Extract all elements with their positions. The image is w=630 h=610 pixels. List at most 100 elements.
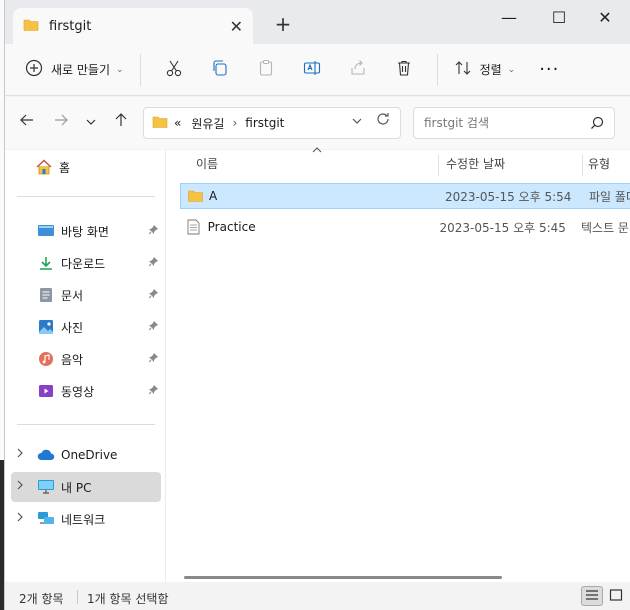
column-separator[interactable] — [582, 154, 583, 176]
rename-icon — [303, 59, 321, 80]
sort-label: 정렬 — [479, 63, 502, 77]
refresh-icon[interactable] — [375, 111, 391, 131]
chevron-right-icon[interactable] — [15, 480, 25, 493]
selection-count: 1개 항목 선택함 — [87, 592, 169, 606]
document-icon — [37, 286, 55, 304]
address-history-chevron-icon[interactable] — [351, 115, 363, 130]
sidebar-item-onedrive[interactable]: OneDrive — [15, 440, 161, 470]
chevron-right-icon[interactable] — [15, 448, 25, 461]
sidebar-item-label: 문서 — [61, 288, 84, 303]
sidebar-divider — [17, 196, 155, 197]
horizontal-scrollbar[interactable] — [184, 576, 502, 579]
copy-button[interactable] — [201, 54, 239, 86]
status-divider — [77, 590, 78, 604]
sidebar-item-label: 내 PC — [61, 480, 92, 495]
sidebar-item-home[interactable]: 홈 — [35, 152, 161, 182]
tab-close-icon[interactable]: ✕ — [230, 17, 243, 36]
close-window-button[interactable]: ✕ — [585, 6, 625, 30]
music-icon — [37, 350, 55, 368]
large-icons-view-button[interactable] — [605, 586, 627, 606]
cut-button[interactable] — [155, 54, 193, 86]
breadcrumb-overflow[interactable]: « — [174, 116, 181, 130]
pin-icon[interactable] — [148, 384, 159, 398]
text-file-icon — [184, 219, 204, 235]
scissors-icon — [165, 59, 183, 80]
tab-firstgit[interactable]: firstgit ✕ — [13, 8, 253, 44]
column-separator[interactable] — [438, 154, 439, 176]
trash-icon — [395, 59, 413, 80]
arrow-right-icon — [53, 113, 69, 132]
tab-title: firstgit — [49, 18, 92, 34]
new-item-label: 새로 만들기 — [51, 63, 111, 77]
sidebar-item-label: 동영상 — [61, 384, 95, 399]
item-count: 2개 항목 — [19, 592, 64, 606]
breadcrumb-item[interactable]: 원유길 — [191, 115, 224, 132]
tile-view-icon — [609, 588, 623, 604]
forward-button[interactable] — [49, 111, 73, 135]
content-area: 홈 바탕 화면 다운로드 문서 사진 음악 동영상 OneDrive 내 PC … — [5, 147, 630, 582]
search-box[interactable] — [413, 107, 615, 139]
new-tab-button[interactable]: + — [269, 12, 297, 36]
chevron-down-icon — [85, 113, 97, 132]
maximize-button[interactable]: ☐ — [539, 6, 579, 30]
file-explorer-window: firstgit ✕ + — ☐ ✕ 새로 만들기 ⌄ 정렬 ⌄ ··· « 원… — [4, 0, 630, 610]
more-options-button[interactable]: ··· — [539, 59, 559, 80]
pin-icon[interactable] — [148, 352, 159, 366]
sidebar-item-downloads[interactable]: 다운로드 — [37, 248, 163, 278]
breadcrumb-separator-icon[interactable]: › — [232, 116, 237, 130]
column-header-name[interactable]: 이름 — [196, 150, 434, 178]
minimize-button[interactable]: — — [489, 6, 529, 30]
paste-button[interactable] — [247, 54, 285, 86]
file-type: 텍스트 문서 — [580, 220, 630, 235]
file-name: Practice — [207, 220, 256, 234]
sidebar-item-this-pc[interactable]: 내 PC — [11, 472, 161, 502]
folder-icon — [152, 115, 168, 132]
file-name: A — [209, 189, 218, 203]
sidebar-item-label: 사진 — [61, 320, 84, 335]
sidebar-item-pictures[interactable]: 사진 — [37, 312, 163, 342]
pin-icon[interactable] — [148, 256, 159, 270]
pin-icon[interactable] — [148, 288, 159, 302]
computer-icon — [37, 478, 55, 496]
command-bar: 새로 만들기 ⌄ 정렬 ⌄ ··· — [5, 44, 630, 96]
file-row-a[interactable]: A 2023-05-15 오후 5:54 파일 폴더 — [180, 183, 630, 209]
sidebar-item-music[interactable]: 음악 — [37, 344, 163, 374]
sidebar-item-label: 바탕 화면 — [61, 224, 109, 239]
network-icon — [37, 510, 55, 528]
pin-icon[interactable] — [148, 224, 159, 238]
up-button[interactable] — [109, 111, 133, 135]
column-header-date[interactable]: 수정한 날짜 — [446, 150, 582, 178]
share-icon — [349, 59, 367, 80]
rename-button[interactable] — [293, 54, 331, 86]
copy-icon — [211, 59, 229, 80]
sidebar-item-network[interactable]: 네트워크 — [15, 504, 161, 534]
back-button[interactable] — [15, 111, 39, 135]
file-type: 파일 폴더 — [589, 189, 630, 204]
search-input[interactable] — [424, 116, 584, 130]
sidebar-item-label: OneDrive — [61, 448, 118, 462]
breadcrumb-item[interactable]: firstgit — [245, 116, 284, 130]
sort-button[interactable]: 정렬 ⌄ — [448, 54, 522, 86]
sidebar-item-videos[interactable]: 동영상 — [37, 376, 163, 406]
details-view-button[interactable] — [581, 586, 603, 606]
status-bar: 2개 항목 1개 항목 선택함 — [5, 582, 630, 610]
chevron-right-icon[interactable] — [15, 512, 25, 525]
sidebar-item-desktop[interactable]: 바탕 화면 — [37, 216, 163, 246]
sidebar-item-label: 다운로드 — [61, 256, 106, 271]
file-row-practice[interactable]: Practice 2023-05-15 오후 5:45 텍스트 문서 — [180, 214, 630, 240]
folder-icon — [23, 18, 39, 35]
share-button[interactable] — [339, 54, 377, 86]
new-item-button[interactable]: 새로 만들기 ⌄ — [19, 54, 130, 86]
home-icon — [35, 158, 53, 176]
toolbar-divider — [139, 53, 141, 86]
cloud-icon — [37, 446, 55, 464]
delete-button[interactable] — [385, 54, 423, 86]
folder-icon — [185, 189, 205, 203]
search-icon[interactable] — [590, 116, 604, 133]
sidebar-item-documents[interactable]: 문서 — [37, 280, 163, 310]
recent-locations-button[interactable] — [79, 111, 103, 135]
column-header-type[interactable]: 유형 — [588, 150, 630, 178]
sidebar-item-label: 홈 — [59, 160, 71, 175]
pin-icon[interactable] — [148, 320, 159, 334]
sidebar-item-label: 네트워크 — [61, 512, 106, 527]
